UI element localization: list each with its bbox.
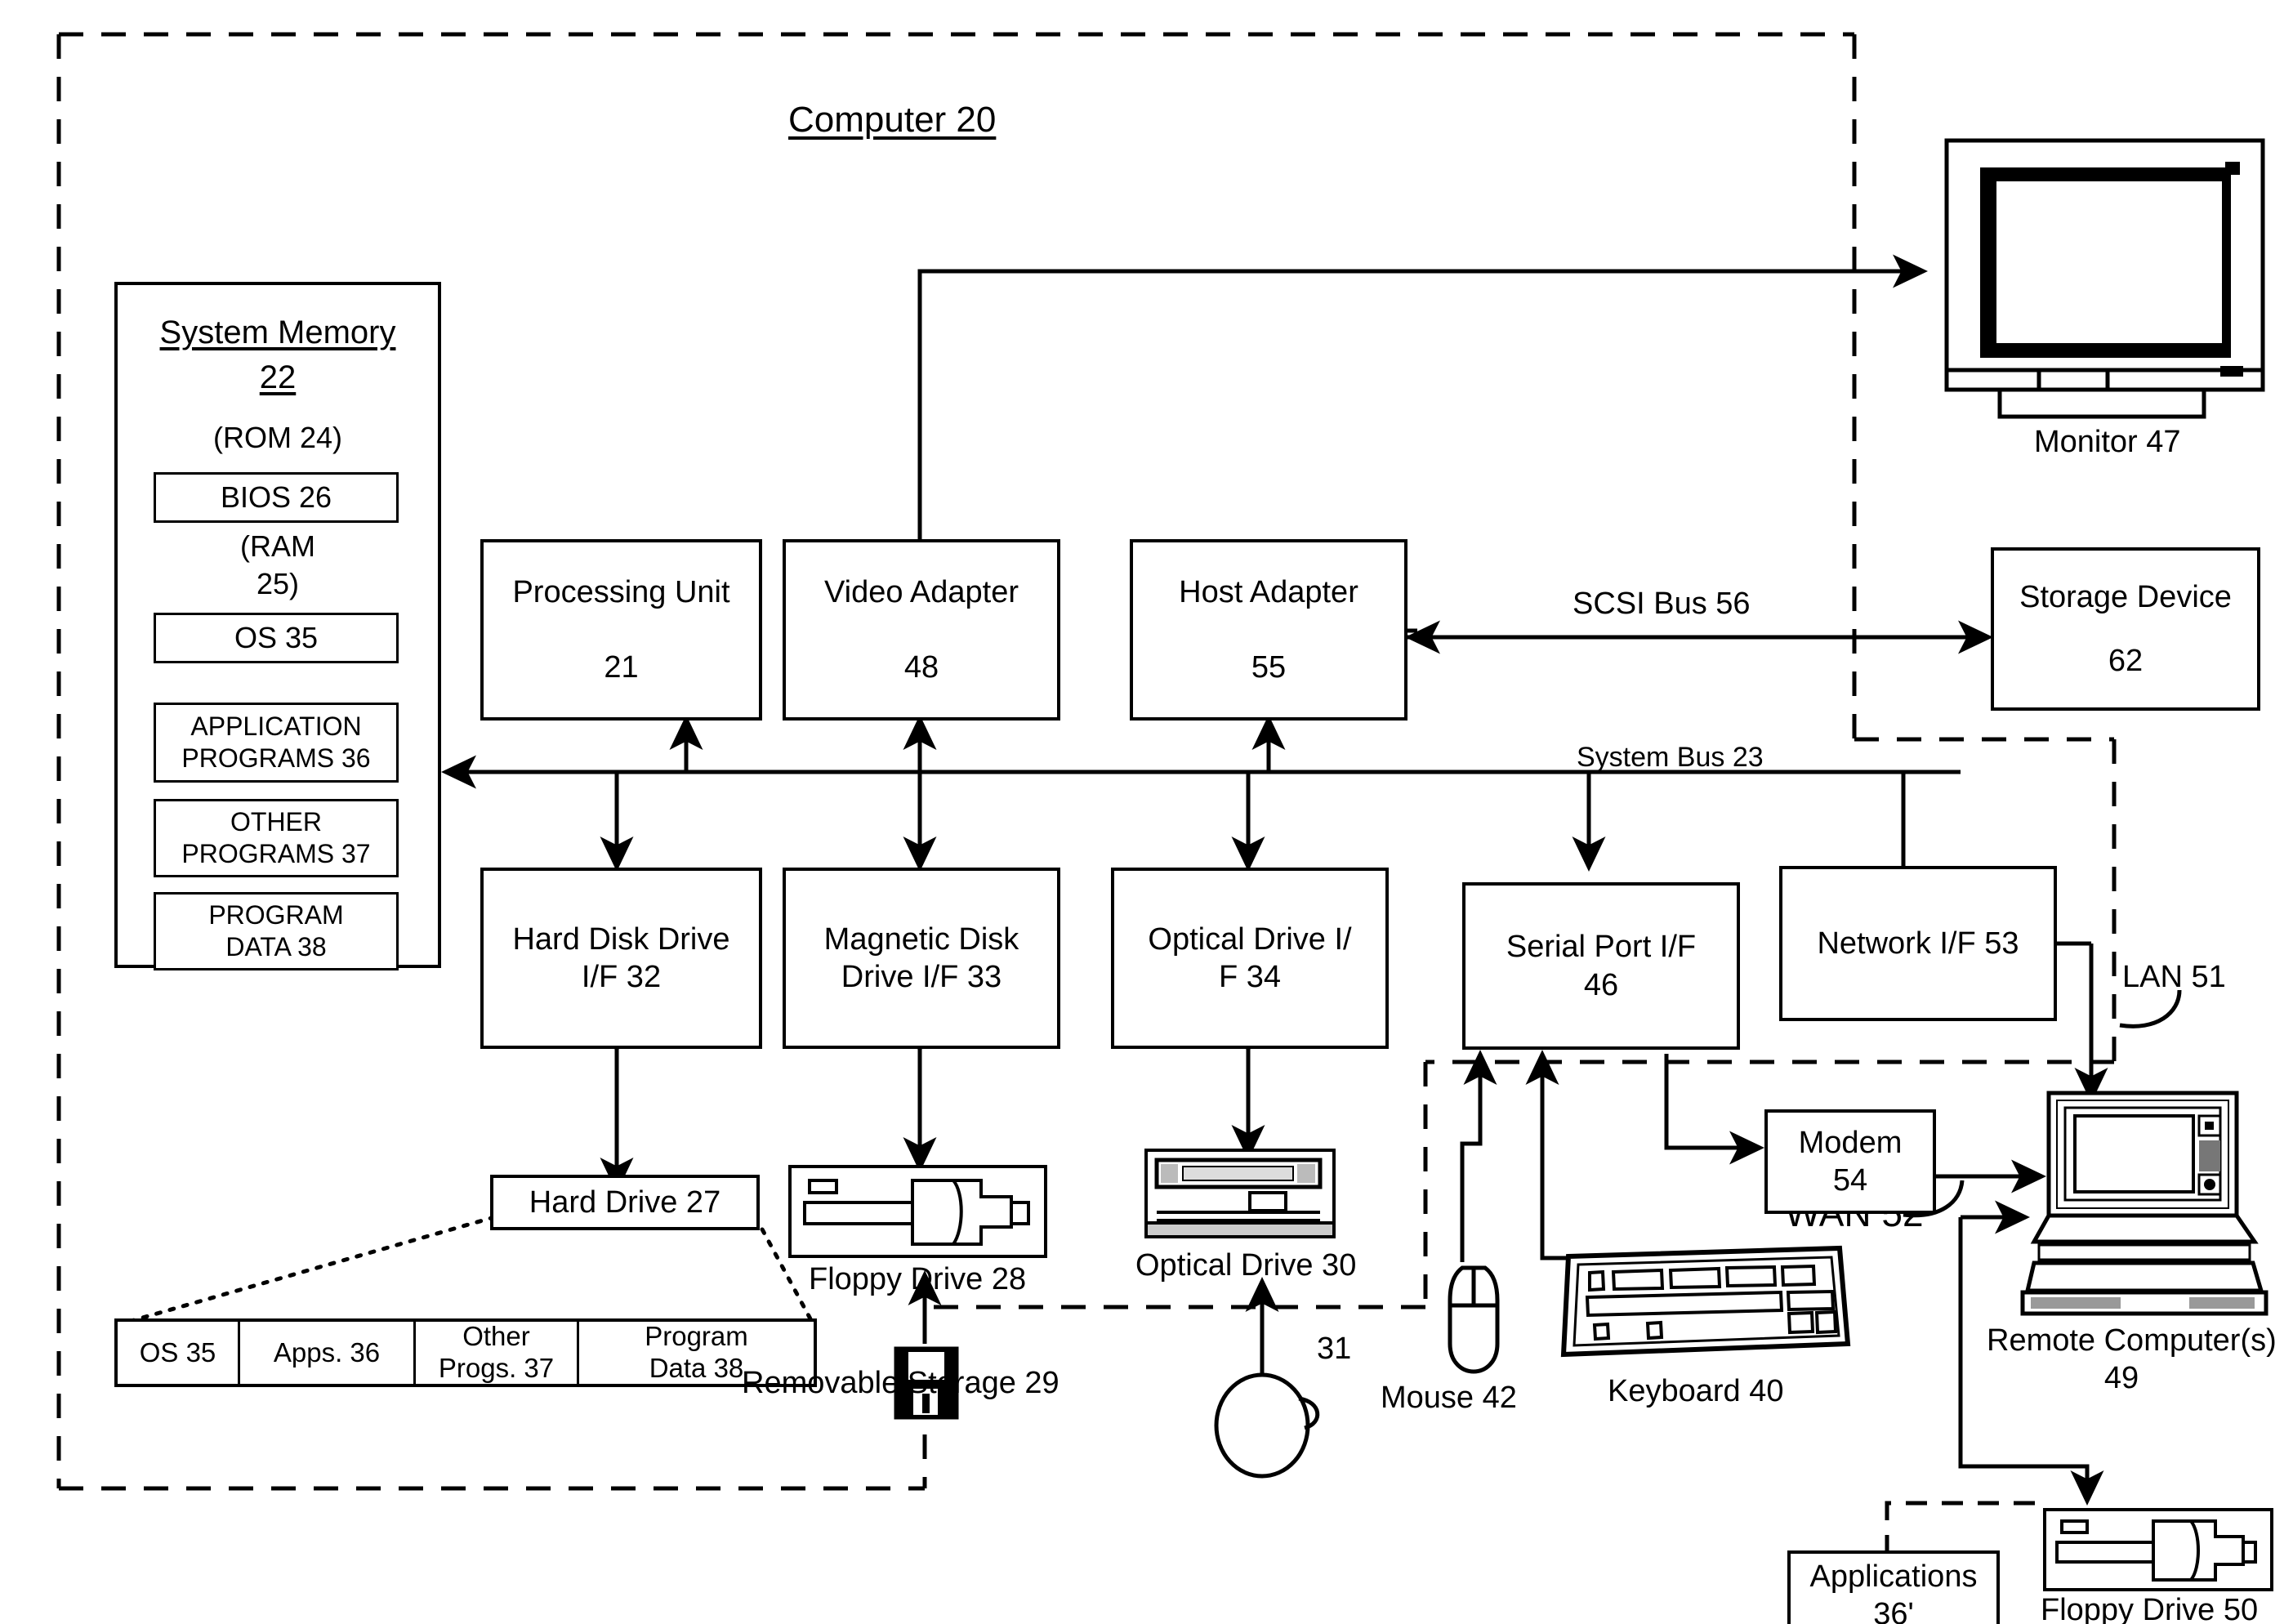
table-cell-os: OS 35: [118, 1322, 240, 1384]
remote-computer-caption-line1: Remote Computer(s): [1987, 1323, 2277, 1358]
serial-port-if-box: Serial Port I/F 46: [1462, 882, 1740, 1050]
serial-port-if-label-1: Serial Port I/F: [1506, 930, 1697, 965]
memory-block-os: OS 35: [154, 613, 399, 663]
system-bus-label: System Bus 23: [1577, 742, 1764, 773]
serial-port-if-label-2: 46: [1583, 967, 1619, 1002]
table-cell-apps-label: Apps. 36: [273, 1336, 381, 1367]
video-adapter-label: Video Adapter: [823, 574, 1019, 609]
hard-disk-drive-if-label-2: I/F 32: [581, 960, 662, 994]
memory-block-application-programs: APPLICATION PROGRAMS 36: [154, 703, 399, 783]
processing-unit-number: 21: [604, 650, 639, 685]
storage-device-box: Storage Device 62: [1991, 547, 2260, 711]
network-if-label: Network I/F 53: [1817, 926, 2019, 961]
mouse-icon: [1448, 1265, 1500, 1374]
memory-block-other-programs-label: OTHER PROGRAMS 37: [181, 806, 371, 868]
optical-drive-if-label-2: F 34: [1218, 960, 1282, 994]
processing-unit-box: Processing Unit 21: [480, 539, 762, 721]
lan-label: LAN 51: [2122, 960, 2226, 994]
memory-block-program-data-label: PROGRAM DATA 38: [208, 899, 344, 961]
remote-computer-icon: [2020, 1091, 2268, 1316]
host-adapter-box: Host Adapter 55: [1130, 539, 1407, 721]
figure-title: Computer 20: [788, 100, 997, 140]
memory-block-other-programs: OTHER PROGRAMS 37: [154, 799, 399, 877]
optical-drive-30-caption: Optical Drive 30: [1135, 1248, 1357, 1283]
memory-block-application-programs-label: APPLICATION PROGRAMS 36: [181, 711, 371, 773]
video-adapter-number: 48: [903, 650, 939, 685]
storage-device-number: 62: [2108, 644, 2144, 678]
ram-label-line2: 25): [256, 567, 300, 600]
floppy-drive-50-caption: Floppy Drive 50: [2041, 1593, 2259, 1624]
table-cell-program-data-line2: Data 38: [649, 1353, 744, 1383]
reference-31-label: 31: [1317, 1332, 1352, 1366]
keyboard-icon: [1560, 1245, 1851, 1358]
optical-drive-if-label-1: Optical Drive I/: [1148, 921, 1352, 957]
optical-drive-30-icon: [1144, 1149, 1336, 1238]
reference-31-callout: [1214, 1372, 1320, 1479]
host-adapter-label: Host Adapter: [1179, 574, 1358, 609]
rom-label: (ROM 24): [212, 421, 342, 454]
system-memory-heading-number: 22: [259, 359, 297, 395]
host-adapter-number: 55: [1251, 650, 1287, 685]
scsi-bus-label: SCSI Bus 56: [1573, 587, 1751, 621]
monitor-icon: [1944, 138, 2265, 419]
table-cell-other-progs: Other Progs. 37: [416, 1321, 579, 1384]
network-if-box: Network I/F 53: [1779, 866, 2057, 1021]
table-cell-other-progs-line2: Progs. 37: [438, 1353, 555, 1383]
modem-number: 54: [1832, 1163, 1868, 1198]
system-memory-heading: System Memory: [159, 315, 396, 350]
video-adapter-box: Video Adapter 48: [783, 539, 1060, 721]
memory-block-bios: BIOS 26: [154, 472, 399, 523]
table-cell-program-data-line1: Program: [645, 1321, 748, 1352]
ram-label-line1: (RAM: [240, 529, 315, 563]
floppy-drive-50-icon: [2043, 1508, 2273, 1591]
removable-storage-29-caption: Removable Storage 29: [742, 1366, 1060, 1400]
table-cell-apps: Apps. 36: [240, 1322, 416, 1384]
memory-block-os-label: OS 35: [234, 621, 319, 655]
memory-block-program-data: PROGRAM DATA 38: [154, 892, 399, 970]
memory-block-bios-label: BIOS 26: [220, 480, 332, 515]
hard-disk-drive-if-box: Hard Disk Drive I/F 32: [480, 868, 762, 1049]
table-cell-other-progs-line1: Other: [462, 1321, 530, 1352]
mouse-caption: Mouse 42: [1381, 1381, 1517, 1415]
applications-36-prime-label: Applications: [1809, 1559, 1978, 1594]
hard-drive-27-label: Hard Drive 27: [529, 1185, 721, 1220]
remote-computer-caption-line2: 49: [2103, 1361, 2139, 1395]
applications-36-prime-number: 36': [1873, 1597, 1914, 1624]
magnetic-disk-drive-if-label-2: Drive I/F 33: [841, 960, 1002, 994]
hard-drive-contents-table: OS 35 Apps. 36 Other Progs. 37 Program D…: [114, 1318, 817, 1387]
optical-drive-if-box: Optical Drive I/ F 34: [1111, 868, 1389, 1049]
storage-device-label: Storage Device: [2019, 579, 2232, 614]
magnetic-disk-drive-if-box: Magnetic Disk Drive I/F 33: [783, 868, 1060, 1049]
processing-unit-label: Processing Unit: [512, 574, 730, 609]
hard-drive-27-box: Hard Drive 27: [490, 1175, 760, 1230]
floppy-drive-28-caption: Floppy Drive 28: [809, 1262, 1027, 1296]
keyboard-caption: Keyboard 40: [1608, 1374, 1784, 1408]
modem-label: Modem: [1798, 1125, 1903, 1160]
applications-36-prime-box: Applications 36': [1787, 1550, 2000, 1624]
hard-disk-drive-if-label-1: Hard Disk Drive: [512, 921, 730, 957]
modem-box: Modem 54: [1764, 1109, 1936, 1214]
table-cell-os-label: OS 35: [139, 1336, 216, 1367]
floppy-drive-28-icon: [788, 1165, 1047, 1258]
magnetic-disk-drive-if-label-1: Magnetic Disk: [823, 921, 1019, 957]
monitor-caption: Monitor 47: [2034, 425, 2181, 459]
patent-figure-canvas: Computer 20 System Memory 22 (ROM 24) BI…: [0, 0, 2293, 1624]
